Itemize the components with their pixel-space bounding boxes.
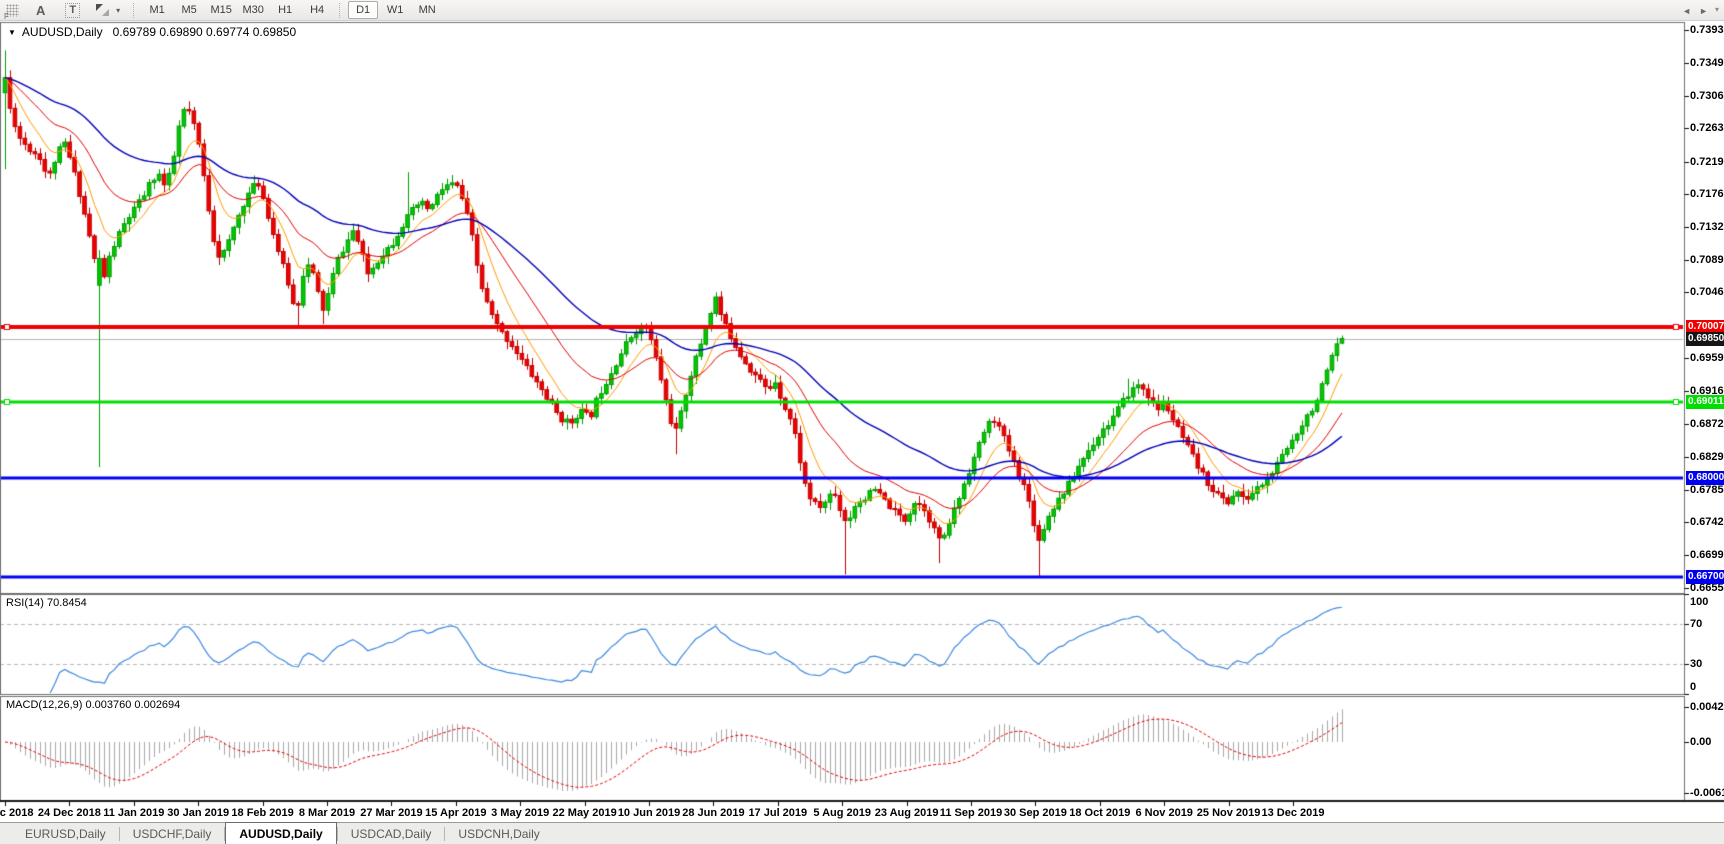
date-axis-label: 6 Nov 2019 [1135,807,1192,819]
date-axis-label: 25 Nov 2019 [1197,807,1261,819]
date-axis-label: 15 Apr 2019 [425,807,486,819]
date-axis-label: 28 Jun 2019 [682,807,744,819]
chart-ohlc-values: 0.69789 0.69890 0.69774 0.69850 [113,25,297,39]
timeframe-button-m5[interactable]: M5 [174,1,204,19]
timeframe-button-m30[interactable]: M30 [238,1,268,19]
chart-tab-usdcad[interactable]: USDCAD,Daily [338,823,445,844]
macd-axis-tick: 0.00423 [1690,701,1724,713]
pattern-tool-button[interactable]: F [0,1,25,19]
timeframe-button-h4[interactable]: H4 [302,1,332,19]
price-axis-tick: 0.70890 [1690,254,1724,266]
text-label-icon: A [36,3,45,18]
timeframe-button-h1[interactable]: H1 [270,1,300,19]
arrows-tool-button[interactable]: ▾ [89,1,127,19]
tab-scroll-right-icon[interactable]: ► [1699,6,1716,16]
price-axis-tick: 0.72190 [1690,156,1724,168]
pattern-grid-icon: F [6,4,19,17]
date-axis-label: 23 Aug 2019 [875,807,939,819]
date-axis-label: 18 Feb 2019 [231,807,293,819]
date-axis-label: 18 Oct 2019 [1069,807,1130,819]
price-axis-tick: 0.69590 [1690,352,1724,364]
date-axis-label: 11 Jan 2019 [103,807,164,819]
price-axis-tick: 0.72630 [1690,122,1724,134]
toolbar-separator [339,3,341,18]
arrow-objects-icon [96,3,111,17]
terminal-window: F A T ▾ M1M5M15M30H1H4D1W1MN ▾ ▼ AUDUSD,… [0,0,1724,844]
price-axis-tick: 0.68290 [1690,451,1724,463]
price-axis-tick: 0.67420 [1690,516,1724,528]
main-chart-canvas[interactable] [0,0,1724,844]
rsi-axis-tick: 70 [1690,618,1702,630]
date-axis-label: 30 Sep 2019 [1004,807,1067,819]
date-axis-label: 5 Aug 2019 [813,807,871,819]
price-axis-tick: 0.73490 [1690,57,1724,69]
price-axis-tick: 0.66550 [1690,582,1724,594]
macd-axis-tick: 0.00 [1690,736,1711,748]
toolbar-separator [133,3,135,18]
macd-axis-tick: -0.00610 [1690,787,1724,799]
chart-tab-usdchf[interactable]: USDCHF,Daily [120,823,225,844]
rsi-indicator-label: RSI(14) 70.8454 [6,597,87,609]
rsi-axis-tick: 30 [1690,658,1702,670]
price-axis-tick: 0.68720 [1690,418,1724,430]
date-axis-label: 3 May 2019 [491,807,549,819]
price-axis-tick: 0.71760 [1690,188,1724,200]
rsi-axis-tick: 100 [1690,596,1708,608]
timeframe-button-m1[interactable]: M1 [142,1,172,19]
date-axis-label: 24 Dec 2018 [38,807,101,819]
chart-tab-bar: EURUSD,DailyUSDCHF,DailyAUDUSD,DailyUSDC… [0,822,1724,844]
tab-bar-padding [0,823,12,844]
date-axis-label: 30 Jan 2019 [167,807,229,819]
price-axis-tick: 0.73930 [1690,24,1724,36]
rsi-axis-tick: 0 [1690,681,1696,693]
date-axis-label: 27 Mar 2019 [360,807,422,819]
text-box-icon: T [65,3,80,18]
price-axis-tick: 0.67850 [1690,484,1724,496]
macd-indicator-label: MACD(12,26,9) 0.003760 0.002694 [6,699,180,711]
chart-tab-eurusd[interactable]: EURUSD,Daily [12,823,119,844]
tab-scroll-arrows: ◄► [1682,6,1716,16]
text-box-tool-button[interactable]: T [56,1,89,19]
chevron-down-icon: ▾ [116,6,120,15]
date-axis-label: 13 Dec 2019 [1262,807,1325,819]
timeframe-button-group: M1M5M15M30H1H4 D1W1MN [141,1,443,19]
text-label-tool-button[interactable]: A [25,1,56,19]
timeframe-button-mn[interactable]: MN [412,1,442,19]
top-toolbar: F A T ▾ M1M5M15M30H1H4D1W1MN ▾ [0,0,1724,21]
date-axis-label: 11 Sep 2019 [940,807,1002,819]
chart-title: ▼ AUDUSD,Daily 0.69789 0.69890 0.69774 0… [8,25,296,39]
symbol-dropdown-icon[interactable]: ▼ [8,28,16,37]
price-axis-tick: 0.66990 [1690,549,1724,561]
price-tag-0.68000: 0.68000 [1686,471,1724,485]
chart-symbol-label: AUDUSD,Daily [22,25,103,39]
price-axis-tick: 0.70460 [1690,286,1724,298]
chart-tab-audusd[interactable]: AUDUSD,Daily [225,822,336,844]
date-axis-label: 10 Jun 2019 [618,807,680,819]
timeframe-button-d1[interactable]: D1 [348,1,378,19]
tab-scroll-left-icon[interactable]: ◄ [1682,6,1699,16]
timeframe-button-w1[interactable]: W1 [380,1,410,19]
price-tag-0.69850: 0.69850 [1686,332,1724,346]
price-tag-0.69011: 0.69011 [1686,395,1724,409]
date-axis-label: 17 Jul 2019 [748,807,807,819]
date-axis-label: 8 Mar 2019 [299,807,355,819]
price-axis-tick: 0.73060 [1690,90,1724,102]
date-axis-label: 22 May 2019 [552,807,616,819]
chart-tab-usdcnh[interactable]: USDCNH,Daily [445,823,552,844]
price-axis-tick: 0.71320 [1690,221,1724,233]
price-tag-0.66700: 0.66700 [1686,570,1724,584]
timeframe-button-m15[interactable]: M15 [206,1,236,19]
date-axis-label: 5 Dec 2018 [0,807,33,819]
